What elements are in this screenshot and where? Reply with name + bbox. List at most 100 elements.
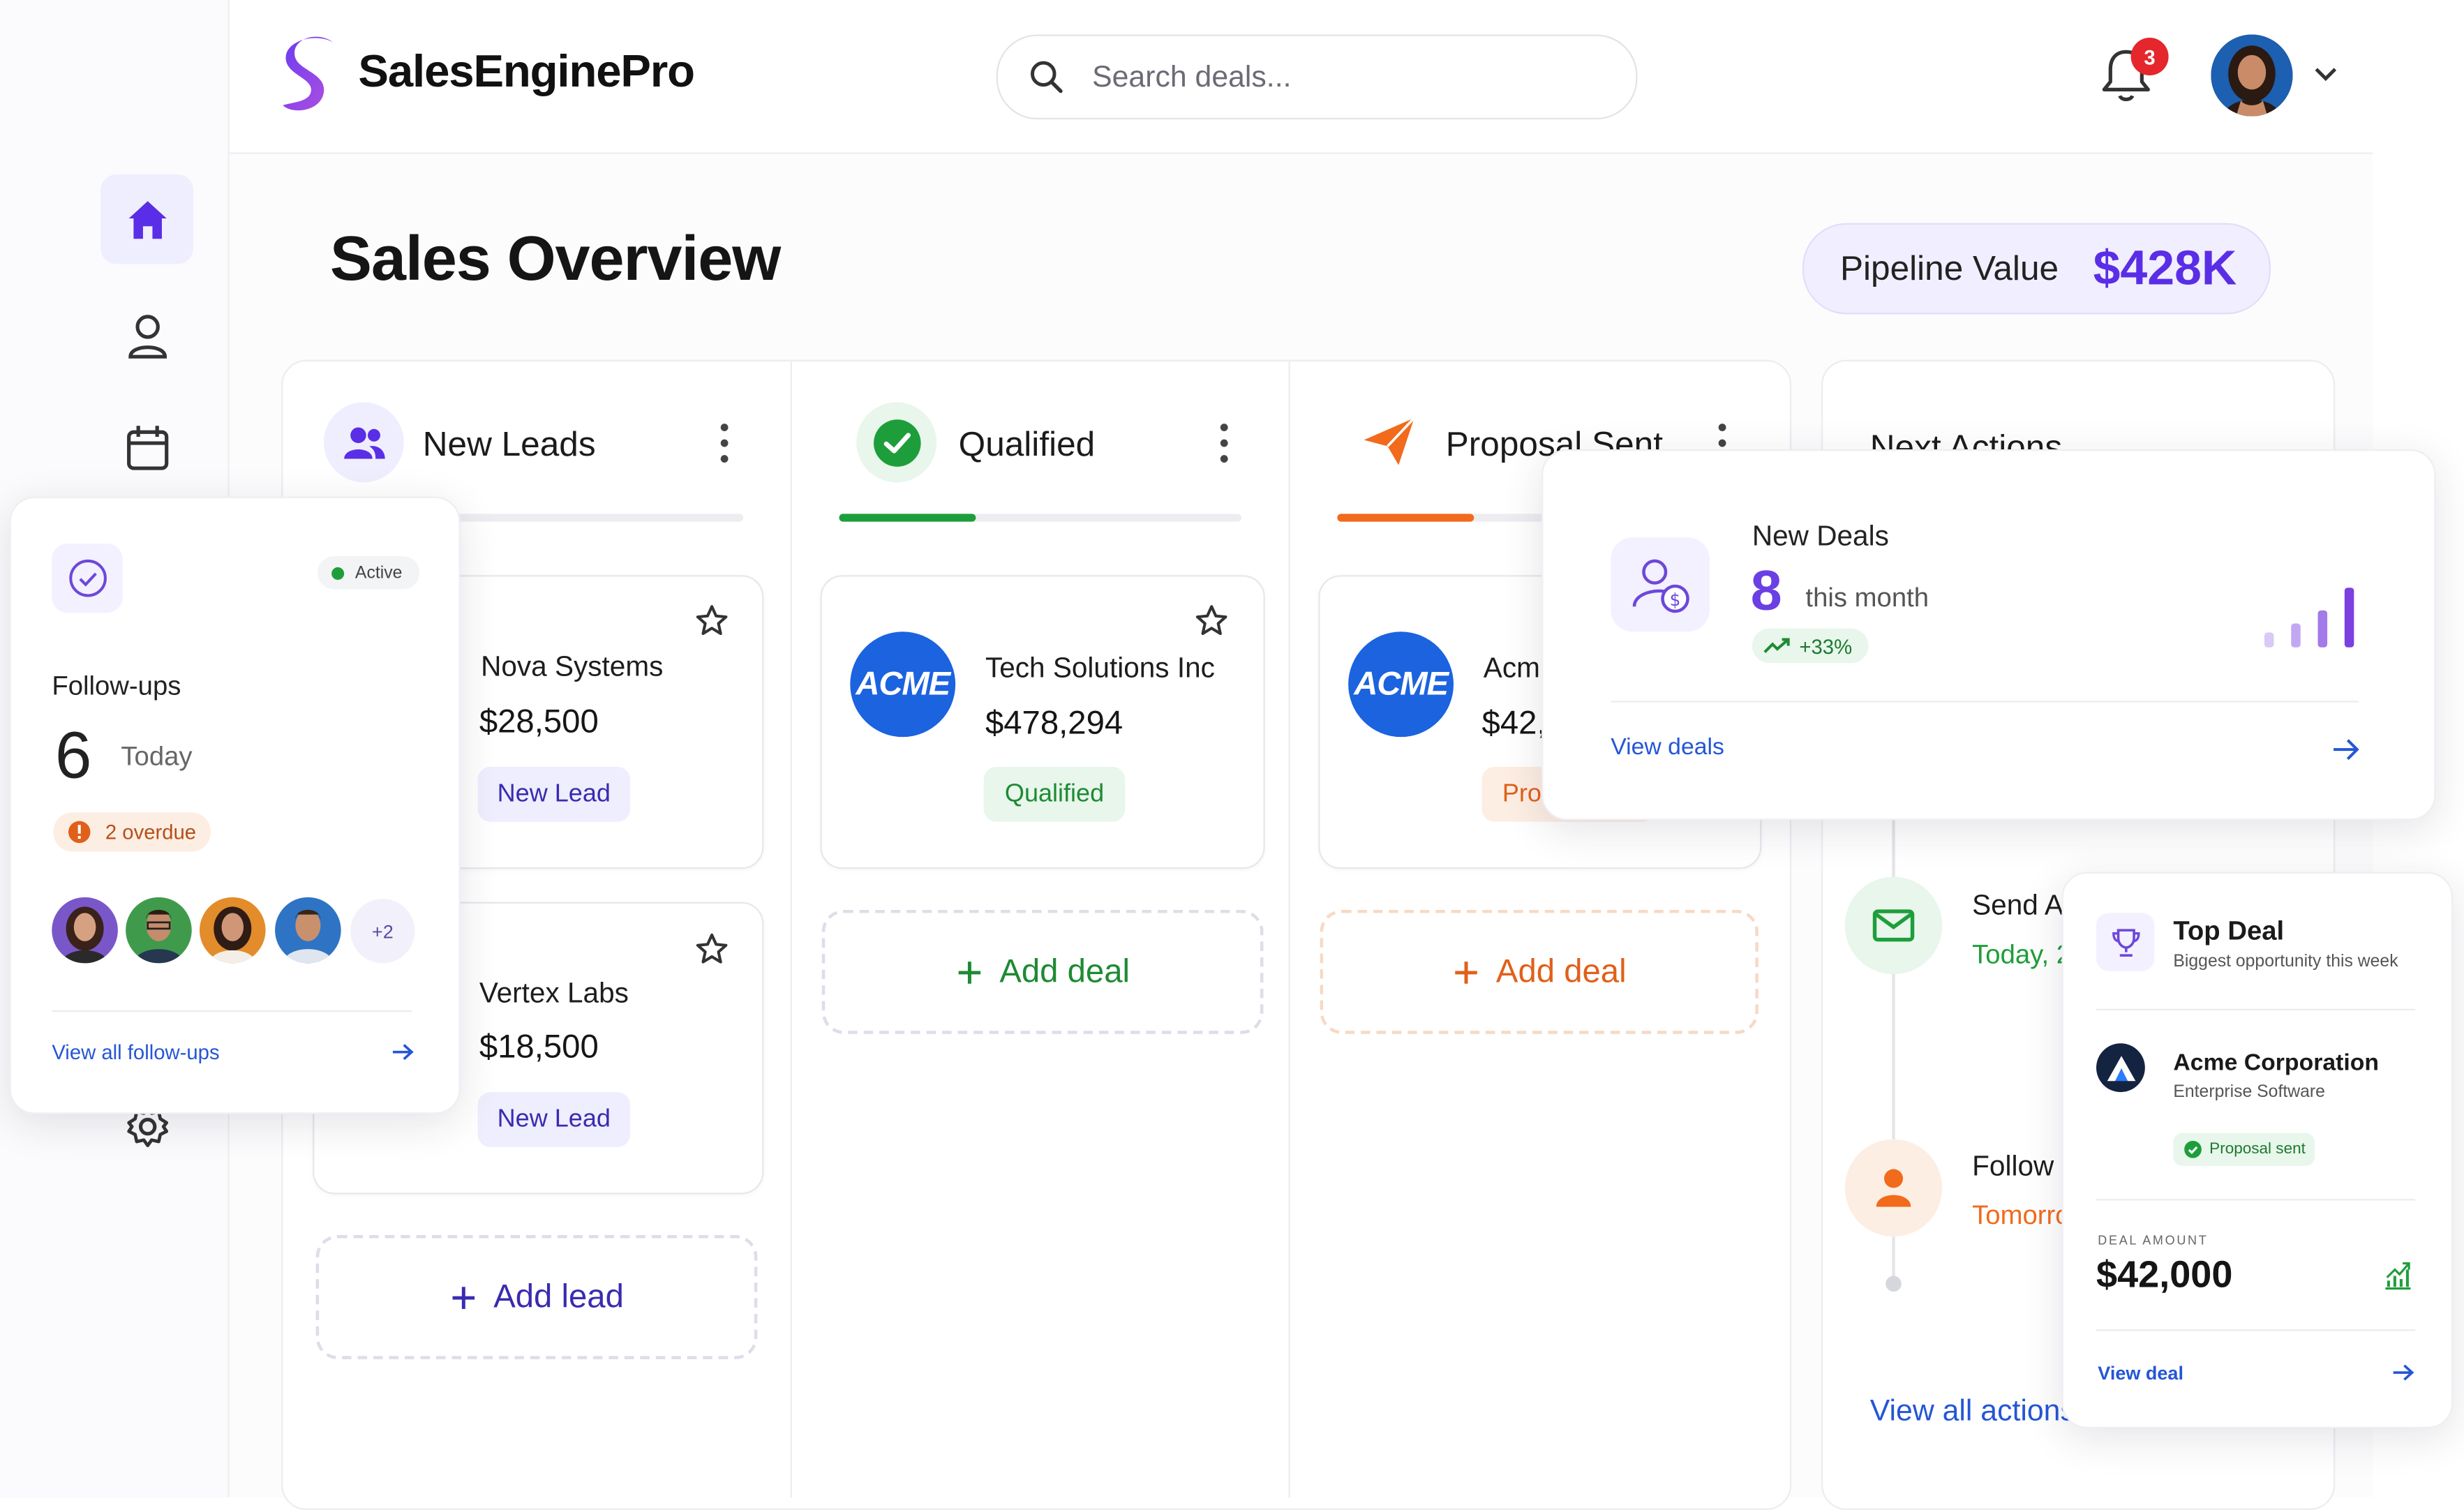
view-all-actions-link[interactable]: View all actions	[1870, 1396, 2075, 1430]
card-divider	[52, 1010, 412, 1012]
favorite-button[interactable]	[694, 932, 729, 974]
card-divider	[2096, 1199, 2416, 1201]
column-divider	[790, 361, 792, 1498]
new-deals-period: this month	[1805, 583, 1929, 613]
nav-contacts[interactable]	[100, 291, 193, 380]
deal-stage-tag: New Lead	[477, 1092, 631, 1147]
top-deal-icon-box	[2096, 913, 2155, 971]
trophy-icon	[2111, 928, 2140, 956]
overdue-badge: 2 overdue	[53, 812, 211, 852]
notification-badge: 3	[2130, 38, 2169, 76]
calendar-icon	[126, 425, 168, 470]
svg-text:$: $	[1669, 590, 1680, 610]
view-followups-arrow[interactable]	[391, 1042, 415, 1070]
more-people-badge[interactable]: +2	[350, 899, 415, 964]
add-lead-label: Add lead	[493, 1278, 624, 1315]
action-icon	[1844, 876, 1943, 975]
timeline-dot	[1886, 1276, 1902, 1292]
more-vertical-icon	[720, 424, 729, 463]
alert-icon	[68, 821, 91, 844]
new-deals-icon-box: $	[1611, 537, 1710, 632]
acme-logo-icon	[2106, 1055, 2135, 1081]
deal-amount-label: DEAL AMOUNT	[2098, 1233, 2209, 1248]
card-divider	[2096, 1329, 2416, 1331]
nav-home[interactable]	[100, 174, 193, 264]
view-deals-link[interactable]: View deals	[1611, 734, 1724, 761]
deal-company: Vertex Labs	[479, 977, 629, 1009]
deal-company: Nova Systems	[481, 650, 664, 682]
star-icon	[696, 605, 728, 635]
check-circle-icon	[872, 419, 920, 466]
logo-icon	[280, 33, 343, 128]
view-deal-arrow[interactable]	[2391, 1362, 2415, 1391]
avatar	[199, 897, 266, 964]
add-deal-button[interactable]: Add deal	[1320, 909, 1759, 1034]
mail-icon	[1872, 909, 1915, 942]
followups-count: 6	[54, 718, 92, 792]
card-divider	[2096, 1008, 2416, 1010]
deal-stage-tag: Qualified	[983, 766, 1126, 822]
overdue-label: 2 overdue	[105, 820, 197, 844]
search-icon	[1031, 61, 1063, 94]
followups-icon-box	[52, 544, 123, 613]
favorite-button[interactable]	[1194, 604, 1229, 646]
growth-value: +33%	[1799, 634, 1853, 658]
avatar	[275, 897, 341, 964]
company-logo	[2096, 1043, 2145, 1093]
column-title-new-leads: New Leads	[422, 424, 596, 464]
star-icon	[696, 933, 728, 964]
spark-bar	[2291, 623, 2301, 648]
action-when: Today, 2	[1972, 939, 2072, 970]
trend-chart-icon	[2382, 1260, 2414, 1299]
column-progress-fill	[1337, 514, 1474, 522]
plus-icon	[1455, 961, 1477, 983]
new-deals-title: New Deals	[1752, 520, 1889, 552]
check-circle-icon	[68, 559, 106, 597]
status-badge: Active	[317, 556, 420, 590]
page-title: Sales Overview	[329, 225, 781, 294]
deal-company: Acm	[1483, 652, 1540, 684]
top-deal-amount: $42,000	[2096, 1254, 2233, 1296]
header-divider	[227, 152, 2373, 154]
view-deal-link[interactable]: View deal	[2098, 1362, 2183, 1384]
avatar	[52, 897, 118, 964]
column-progress	[839, 514, 1242, 522]
deal-company: Tech Solutions Inc	[985, 652, 1215, 684]
trend-up-icon	[1763, 638, 1790, 653]
followups-title: Follow-ups	[52, 671, 181, 701]
pipeline-value: $428K	[2093, 240, 2237, 296]
column-progress-fill	[839, 514, 976, 522]
app-logo-text: SalesEnginePro	[358, 47, 695, 98]
growth-badge: +33%	[1752, 628, 1869, 664]
more-vertical-icon	[1220, 424, 1228, 463]
view-deals-arrow[interactable]	[2332, 737, 2361, 770]
user-dollar-icon: $	[1632, 559, 1689, 613]
nav-calendar[interactable]	[100, 402, 193, 491]
column-icon	[856, 402, 937, 483]
column-icon	[323, 402, 404, 483]
add-deal-label: Add deal	[1495, 952, 1627, 989]
deal-stage-tag: New Lead	[477, 766, 631, 822]
followups-period: Today	[121, 741, 193, 772]
column-menu-button[interactable]	[1216, 421, 1232, 473]
add-deal-label: Add deal	[999, 952, 1130, 989]
action-title: Send A	[1972, 889, 2063, 921]
status-dot	[331, 566, 345, 579]
add-deal-button[interactable]: Add deal	[821, 909, 1264, 1034]
deal-amount: $42,	[1481, 705, 1546, 742]
arrow-right-icon	[392, 1044, 414, 1061]
arrow-right-icon	[2334, 739, 2359, 761]
add-lead-button[interactable]: Add lead	[315, 1234, 758, 1359]
search-input[interactable]	[1089, 54, 1599, 103]
favorite-button[interactable]	[694, 604, 729, 646]
user-avatar[interactable]	[2211, 34, 2293, 117]
chevron-down-icon	[2315, 68, 2337, 82]
users-icon	[343, 426, 384, 458]
arrow-right-icon	[2393, 1364, 2414, 1381]
star-icon	[1195, 605, 1227, 635]
view-all-followups-link[interactable]: View all follow-ups	[52, 1040, 219, 1064]
account-menu-toggle[interactable]	[2313, 63, 2338, 91]
column-menu-button[interactable]	[717, 421, 733, 465]
search-bar[interactable]	[996, 34, 1638, 120]
plus-icon	[452, 1286, 475, 1308]
